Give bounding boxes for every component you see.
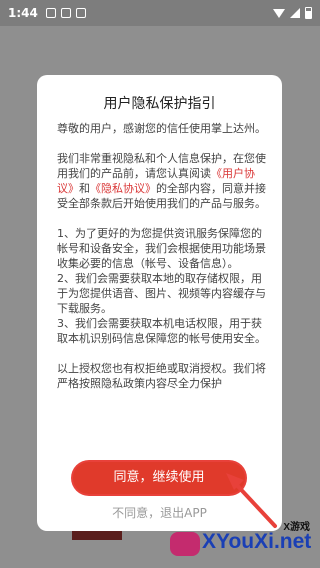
signal-icon (290, 8, 300, 18)
greeting-paragraph: 尊敬的用户，感谢您的信任使用掌上达州。 (57, 122, 266, 135)
status-time: 1:44 (8, 6, 38, 20)
gamepad-icon (170, 532, 200, 556)
revoke-paragraph: 以上授权您也有权拒绝或取消授权。我们将严格按照隐私政策内容尽全力保护 (57, 362, 266, 390)
and-text: 和 (79, 182, 90, 195)
permission-item-3: 3、我们会需要获取本机电话权限，用于获取本机识别码信息保障您的帐号使用安全。 (57, 317, 266, 345)
status-icons (273, 7, 312, 19)
dialog-body[interactable]: 尊敬的用户，感谢您的信任使用掌上达州。 我们非常重视隐私和个人信息保护，在您使用… (57, 121, 267, 451)
privacy-policy-link[interactable]: 《隐私协议》 (90, 182, 156, 195)
privacy-dialog: 用户隐私保护指引 尊敬的用户，感谢您的信任使用掌上达州。 我们非常重视隐私和个人… (37, 75, 282, 531)
permission-item-2: 2、我们会需要获取本地的取存储权限，用于为您提供语音、图片、视频等内容缓存与下载… (57, 272, 266, 315)
permission-item-1: 1、为了更好的为您提供资讯服务保障您的帐号和设备安全，我们会根据使用功能场景收集… (57, 227, 266, 270)
notification-icon (60, 8, 71, 18)
wifi-icon (273, 8, 285, 18)
agree-button[interactable]: 同意，继续使用 (73, 462, 245, 494)
app-notification-icon (75, 8, 86, 18)
status-bar: 1:44 (0, 0, 320, 26)
battery-icon (305, 7, 312, 19)
settings-icon (45, 8, 56, 18)
intro-paragraph: 我们非常重视隐私和个人信息保护，在您使用我们的产品前，请您认真阅读《用户协议》和… (57, 151, 267, 211)
watermark-site: XYouXi.net (202, 530, 312, 553)
dialog-title: 用户隐私保护指引 (103, 96, 216, 112)
watermark: X游戏 XYouXi.net (170, 518, 320, 568)
